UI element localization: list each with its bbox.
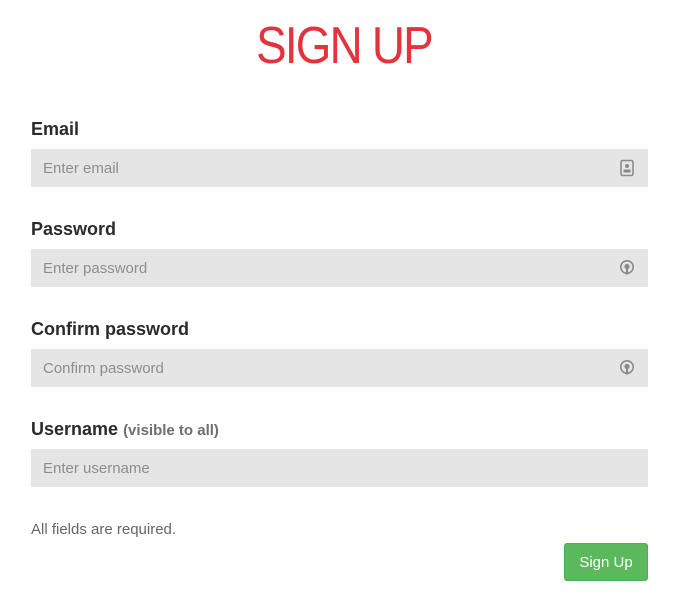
username-field-wrapper [31, 449, 648, 487]
username-label: Username (visible to all) [31, 418, 219, 442]
confirm-password-field-wrapper [31, 349, 648, 387]
password-field-wrapper [31, 249, 648, 287]
confirm-password-input[interactable] [31, 349, 648, 387]
email-input[interactable] [31, 149, 648, 187]
key-icon [620, 260, 634, 275]
confirm-password-label: Confirm password [31, 319, 190, 339]
page-title: SIGN UP [256, 17, 434, 75]
username-label-text: Username [31, 419, 119, 439]
required-fields-note: All fields are required. [31, 521, 177, 538]
username-input[interactable] [31, 449, 648, 487]
email-field-wrapper [31, 149, 648, 187]
username-visibility-hint: (visible to all) [123, 422, 219, 439]
password-input[interactable] [31, 249, 648, 287]
sign-up-button[interactable]: Sign Up [564, 543, 648, 581]
email-label: Email [31, 119, 80, 139]
key-icon [620, 360, 634, 375]
id-badge-icon [620, 159, 634, 177]
password-label: Password [31, 219, 117, 239]
